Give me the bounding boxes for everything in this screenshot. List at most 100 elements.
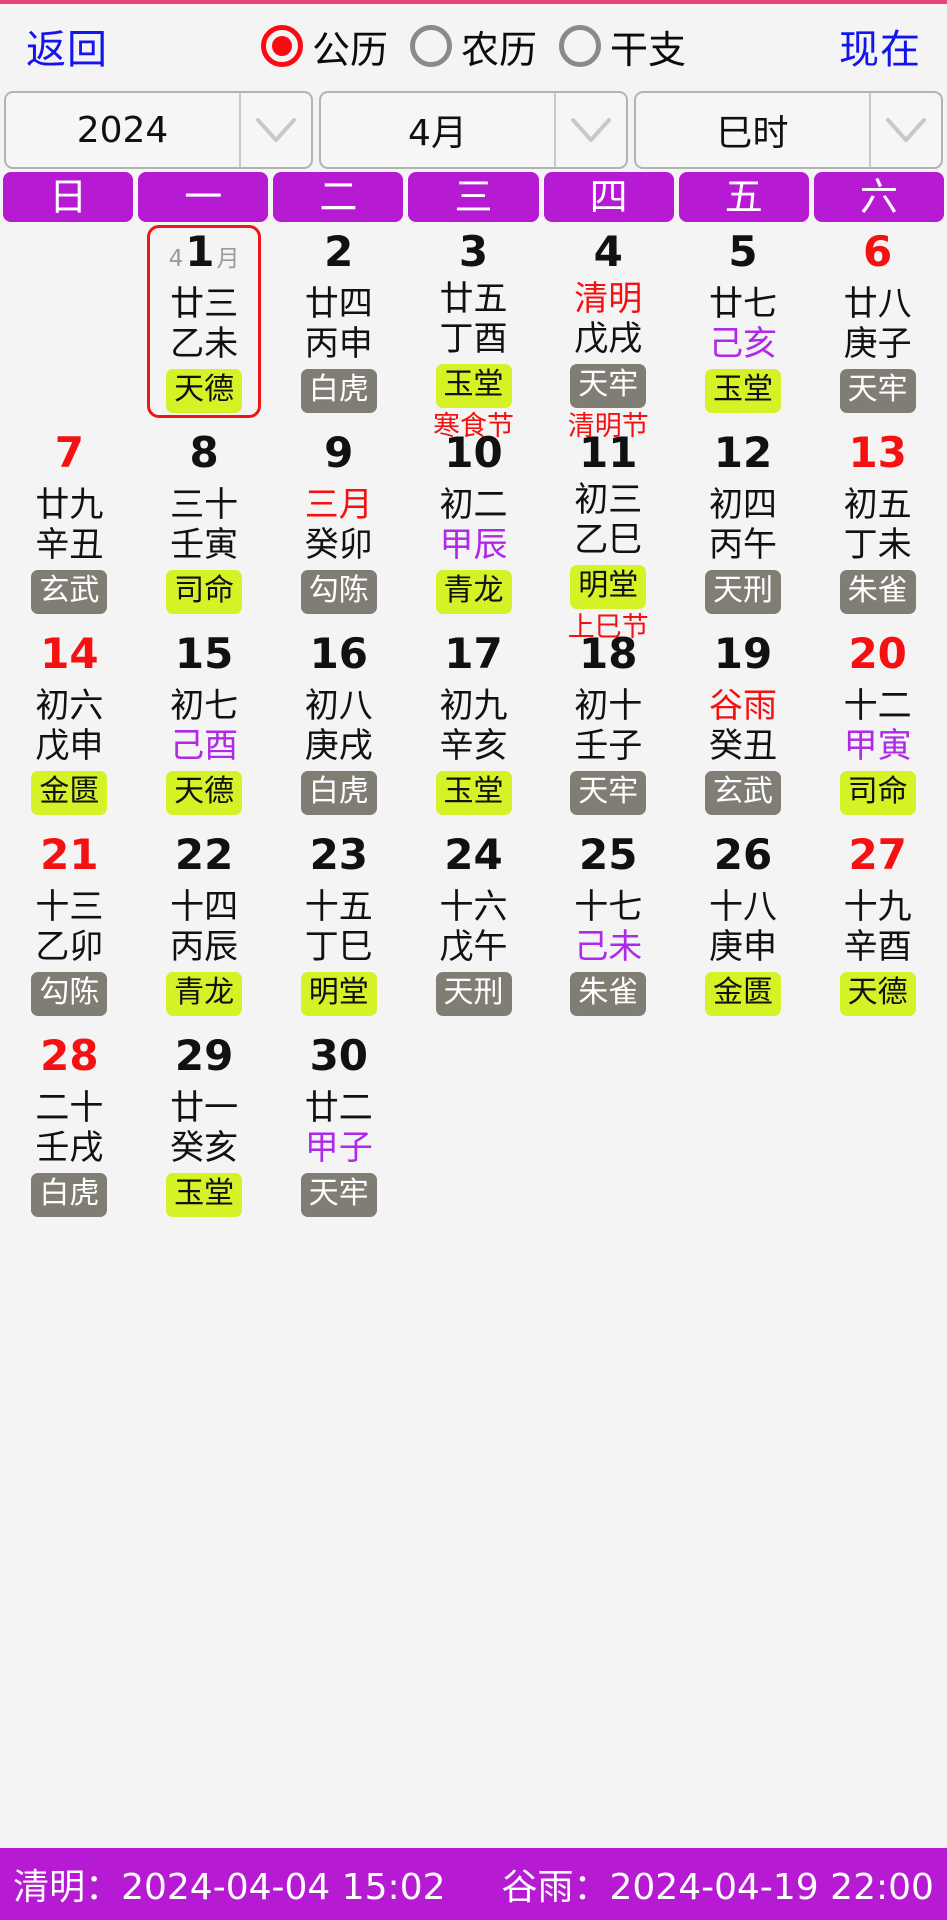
lunar-date-label: 十六 bbox=[439, 887, 508, 927]
day-number-value: 22 bbox=[174, 830, 234, 879]
calendar-day-cell-22[interactable]: 22 十四 丙辰 青龙 bbox=[137, 828, 272, 1029]
lunar-date-label: 廿九 bbox=[35, 485, 104, 525]
day-number: 21 bbox=[40, 830, 99, 882]
calendar-day-cell-21[interactable]: 21 十三 乙卯 勾陈 bbox=[2, 828, 137, 1029]
calendar-cell-empty bbox=[810, 1029, 945, 1230]
now-button[interactable]: 现在 bbox=[839, 17, 921, 75]
solar-term-bar: 清明：2024-04-04 15:02 谷雨：2024-04-19 22:00 bbox=[0, 1848, 947, 1920]
calendar-cell-empty bbox=[541, 1029, 676, 1230]
day-number-value: 8 bbox=[189, 428, 219, 477]
calendar-cell-empty bbox=[810, 1230, 945, 1431]
calendar-day-cell-29[interactable]: 29 廿一 癸亥 玉堂 bbox=[137, 1029, 272, 1230]
calendar-day-cell-27[interactable]: 27 十九 辛酉 天德 bbox=[810, 828, 945, 1029]
lunar-date-label: 清明 bbox=[574, 278, 643, 319]
calendar-day-cell-30[interactable]: 30 廿二 甲子 天牢 bbox=[271, 1029, 406, 1230]
calendar-day-cell-10[interactable]: 10 初二 甲辰 青龙 bbox=[406, 426, 541, 627]
twelve-gods-badge: 司命 bbox=[166, 569, 243, 614]
calendar-day-cell-11[interactable]: 11 初三 乙巳 明堂 上巳节 bbox=[541, 426, 676, 641]
lunar-date-label: 廿三 bbox=[170, 284, 239, 324]
calendar-day-cell-4[interactable]: 4 清明 戊戌 天牢 清明节 bbox=[541, 225, 676, 440]
calendar-day-cell-14[interactable]: 14 初六 戊申 金匮 bbox=[2, 627, 137, 828]
calendar-mode-option-ganzhi[interactable]: 干支 bbox=[559, 19, 686, 74]
day-number-value: 19 bbox=[713, 629, 773, 678]
calendar-day-cell-16[interactable]: 16 初八 庚戌 白虎 bbox=[271, 627, 406, 828]
day-number: 10 bbox=[444, 431, 502, 480]
calendar-day-cell-28[interactable]: 28 二十 壬戌 白虎 bbox=[2, 1029, 137, 1230]
lunar-date-label: 三月 bbox=[304, 485, 373, 525]
twelve-gods-badge: 白虎 bbox=[31, 1172, 108, 1217]
lunar-date-label: 谷雨 bbox=[708, 686, 777, 726]
radio-unselected-icon[interactable] bbox=[409, 25, 452, 67]
calendar-day-cell-19[interactable]: 19 谷雨 癸丑 玄武 bbox=[676, 627, 811, 828]
calendar-day-cell-17[interactable]: 17 初九 辛亥 玉堂 bbox=[406, 627, 541, 828]
day-number: 29 bbox=[175, 1034, 233, 1083]
calendar-day-cell-8[interactable]: 8 三十 壬寅 司命 bbox=[137, 426, 272, 627]
year-select[interactable]: 2024 bbox=[4, 91, 313, 169]
day-number: 3 bbox=[458, 227, 489, 276]
ganzhi-label: 丁巳 bbox=[304, 927, 373, 968]
calendar-day-cell-3[interactable]: 3 廿五 丁酉 玉堂 寒食节 bbox=[406, 225, 541, 440]
calendar-day-cell-24[interactable]: 24 十六 戊午 天刑 bbox=[406, 828, 541, 1029]
day-number: 23 bbox=[310, 833, 368, 882]
lunar-date-label: 初八 bbox=[304, 686, 373, 726]
ganzhi-label: 辛酉 bbox=[843, 927, 912, 968]
calendar-app: 返回 公历 农历 干支 现在 2024 4月 巳时 日 一 二 三 四 五 六 … bbox=[0, 0, 947, 1920]
day-number-value: 15 bbox=[174, 629, 234, 678]
calendar-day-cell-25[interactable]: 25 十七 己未 朱雀 bbox=[541, 828, 676, 1029]
day-number-value: 18 bbox=[579, 629, 638, 678]
day-number: 17 bbox=[444, 632, 502, 681]
calendar-day-cell-9[interactable]: 9 三月 癸卯 勾陈 bbox=[271, 426, 406, 627]
ganzhi-label: 丙辰 bbox=[170, 927, 239, 968]
day-number-value: 30 bbox=[309, 1031, 369, 1080]
calendar-day-cell-20[interactable]: 20 十二 甲寅 司命 bbox=[810, 627, 945, 828]
twelve-gods-badge: 白虎 bbox=[300, 368, 377, 413]
day-number: 20 bbox=[848, 632, 906, 681]
calendar-day-cell-5[interactable]: 5 廿七 己亥 玉堂 bbox=[676, 225, 811, 426]
calendar-mode-option-gongli[interactable]: 公历 bbox=[260, 19, 388, 74]
calendar-day-cell-23[interactable]: 23 十五 丁巳 明堂 bbox=[271, 828, 406, 1029]
radio-selected-icon[interactable] bbox=[260, 25, 303, 67]
calendar-day-cell-26[interactable]: 26 十八 庚申 金匮 bbox=[676, 828, 811, 1029]
ganzhi-label: 丙申 bbox=[304, 324, 373, 365]
hour-select[interactable]: 巳时 bbox=[634, 91, 943, 169]
day-number: 11 bbox=[579, 431, 637, 475]
month-select[interactable]: 4月 bbox=[319, 91, 628, 169]
chevron-down-icon[interactable] bbox=[241, 93, 311, 167]
radio-unselected-icon[interactable] bbox=[559, 25, 601, 67]
calendar-day-cell-15[interactable]: 15 初七 己酉 天德 bbox=[137, 627, 272, 828]
ganzhi-label: 癸亥 bbox=[170, 1128, 239, 1169]
chevron-down-icon[interactable] bbox=[871, 93, 941, 167]
lunar-date-label: 初二 bbox=[439, 485, 508, 525]
twelve-gods-badge: 朱雀 bbox=[839, 569, 916, 614]
calendar-day-cell-6[interactable]: 6 廿八 庚子 天牢 bbox=[810, 225, 945, 426]
calendar-day-cell-13[interactable]: 13 初五 丁未 朱雀 bbox=[810, 426, 945, 627]
day-number-value: 21 bbox=[40, 830, 99, 879]
twelve-gods-badge: 明堂 bbox=[570, 564, 647, 609]
day-number: 2 bbox=[324, 230, 353, 279]
twelve-gods-badge: 司命 bbox=[839, 770, 916, 815]
day-number-value: 14 bbox=[40, 629, 99, 678]
twelve-gods-badge: 天牢 bbox=[839, 368, 916, 413]
day-number-value: 25 bbox=[579, 830, 638, 879]
chevron-down-icon[interactable] bbox=[556, 93, 626, 167]
calendar-day-cell-1[interactable]: 4 1 月廿三 乙未 天德 bbox=[137, 225, 272, 426]
lunar-date-label: 廿八 bbox=[843, 284, 912, 324]
day-month-suffix: 月 bbox=[216, 246, 240, 272]
lunar-date-label: 廿四 bbox=[304, 284, 373, 324]
weekday-header-cell-5: 五 bbox=[678, 172, 809, 222]
calendar-day-cell-2[interactable]: 2 廿四 丙申 白虎 bbox=[271, 225, 406, 426]
ganzhi-label: 壬寅 bbox=[170, 525, 239, 566]
calendar-cell-empty bbox=[137, 1230, 272, 1431]
calendar-day-cell-7[interactable]: 7 廿九 辛丑 玄武 bbox=[2, 426, 137, 627]
calendar-day-cell-12[interactable]: 12 初四 丙午 天刑 bbox=[676, 426, 811, 627]
day-number-value: 3 bbox=[458, 227, 489, 276]
back-button[interactable]: 返回 bbox=[26, 17, 108, 75]
ganzhi-label: 庚子 bbox=[843, 324, 912, 365]
lunar-date-label: 初十 bbox=[574, 686, 643, 726]
calendar-day-cell-18[interactable]: 18 初十 壬子 天牢 bbox=[541, 627, 676, 828]
calendar-mode-option-nongli[interactable]: 农历 bbox=[409, 19, 537, 74]
day-number: 12 bbox=[714, 431, 772, 480]
lunar-date-label: 十四 bbox=[170, 887, 239, 927]
year-select-value: 2024 bbox=[6, 93, 241, 167]
calendar-week-row: 14 初六 戊申 金匮 15 初七 己酉 天德 16 初八 庚戌 白虎 17 初九 辛亥 玉堂 18 初十 壬子 天牢… bbox=[2, 627, 945, 828]
